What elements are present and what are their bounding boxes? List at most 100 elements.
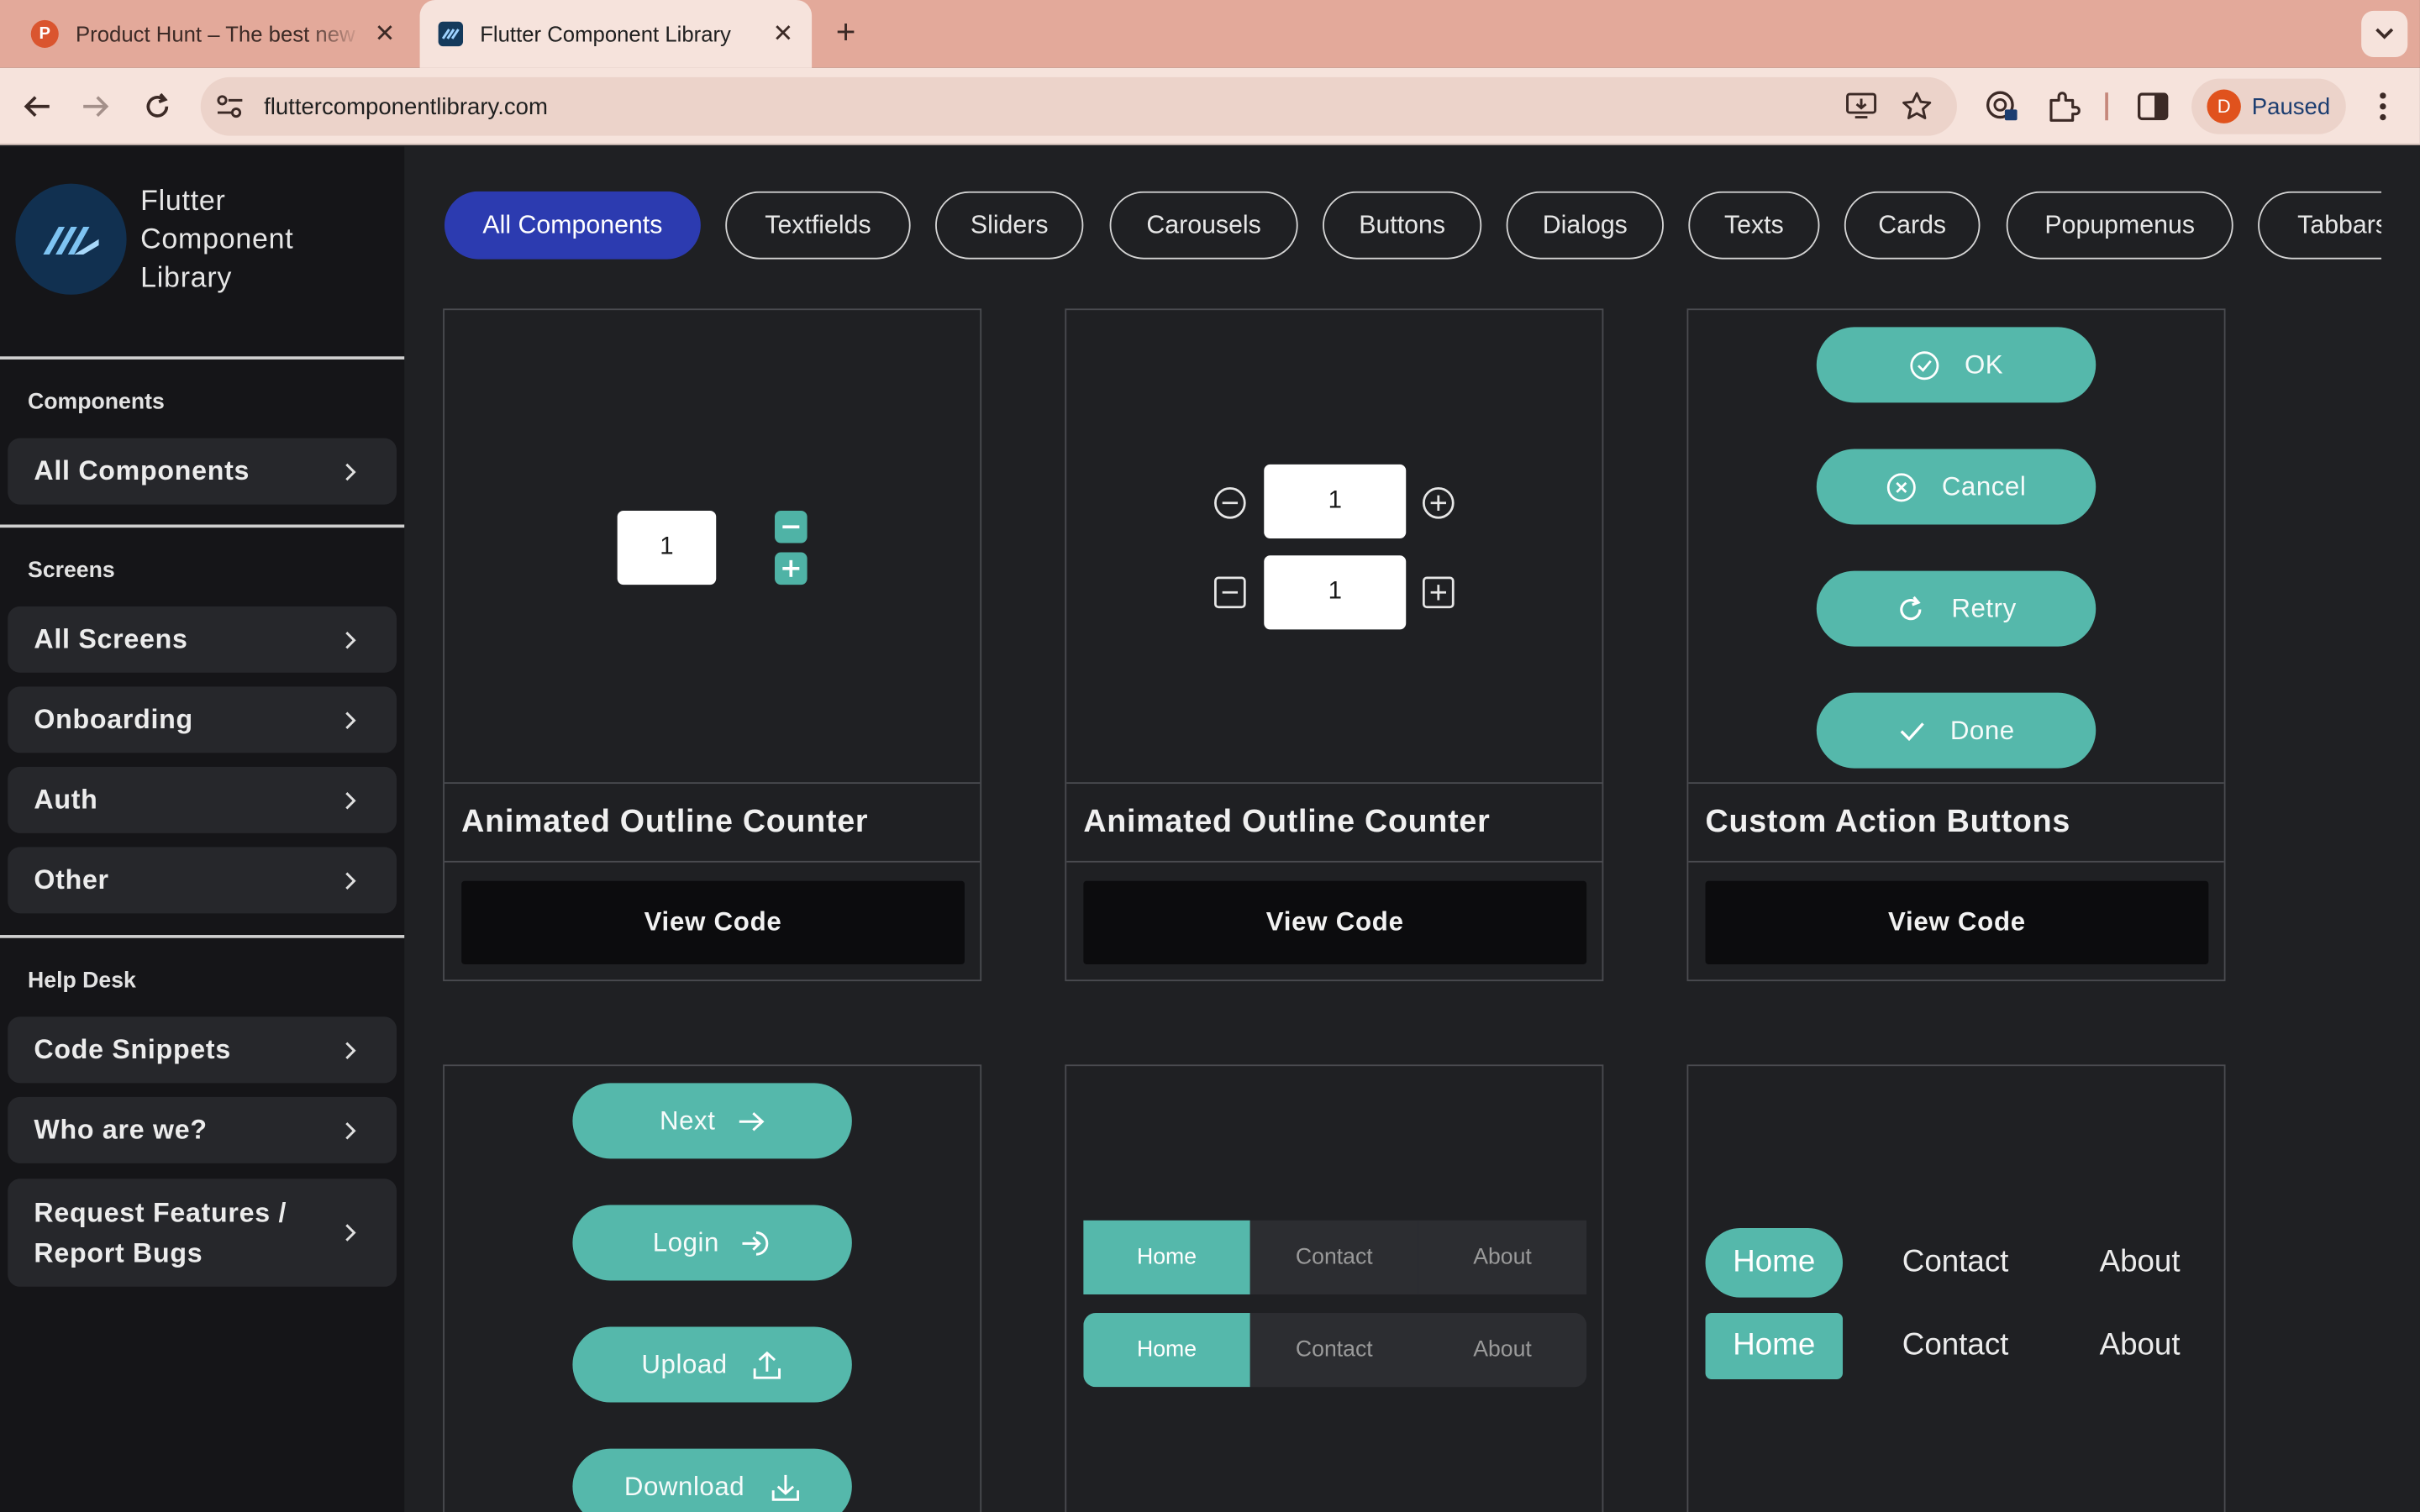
tab-flutter-library[interactable]: Flutter Component Library ✕: [419, 0, 813, 68]
kebab-menu-icon[interactable]: [2367, 90, 2398, 123]
button-label: Upload: [641, 1349, 728, 1379]
button-label: Download: [623, 1471, 745, 1501]
tab-search-chevron-icon[interactable]: [2361, 10, 2408, 57]
download-button[interactable]: Download: [572, 1448, 852, 1512]
button-label: Login: [652, 1227, 719, 1257]
card-title: Animated Outline Counter: [1083, 803, 1491, 840]
tab-product-hunt[interactable]: P Product Hunt – The best new products i…: [13, 0, 414, 68]
cancel-circle-icon: [1887, 472, 1917, 501]
sidebar-item-other[interactable]: Other: [8, 847, 397, 914]
flutter-library-logo-icon: [15, 182, 127, 294]
back-arrow-icon[interactable]: [15, 85, 58, 128]
minus-circle-icon[interactable]: [1213, 486, 1247, 520]
profile-button[interactable]: D Paused: [2191, 78, 2346, 134]
install-app-icon[interactable]: [1846, 91, 1877, 122]
upload-button[interactable]: Upload: [572, 1326, 852, 1403]
view-code-button[interactable]: View Code: [1705, 880, 2209, 964]
chip-cards[interactable]: Cards: [1844, 191, 1981, 260]
minus-square-icon[interactable]: [1213, 575, 1247, 609]
chip-tabbars[interactable]: Tabbars: [2258, 191, 2382, 260]
counter-value[interactable]: 1: [1264, 464, 1407, 539]
nav-about[interactable]: About: [2075, 1228, 2206, 1298]
card-preview: OK Cancel Retry Done: [1688, 310, 2224, 785]
chevron-right-icon: [345, 1224, 356, 1242]
sidebar-item-label: Who are we?: [34, 1114, 208, 1145]
done-button[interactable]: Done: [1816, 692, 2096, 769]
nav-contact[interactable]: Contact: [1886, 1228, 2024, 1298]
close-tab-icon[interactable]: ✕: [772, 18, 793, 50]
next-button[interactable]: Next: [572, 1083, 852, 1159]
chip-all-components[interactable]: All Components: [444, 191, 701, 260]
chip-popupmenus[interactable]: Popupmenus: [2006, 191, 2233, 260]
chip-buttons[interactable]: Buttons: [1323, 191, 1482, 260]
brand[interactable]: Flutter Component Library: [15, 181, 356, 297]
sidebar-item-onboarding[interactable]: Onboarding: [8, 686, 397, 753]
component-card: Home Contact About Home Contact About: [1065, 1064, 1604, 1512]
sidebar-item-label: All Screens: [34, 623, 188, 654]
profile-status: Paused: [2251, 93, 2331, 120]
ok-button[interactable]: OK: [1816, 327, 2096, 403]
password-manager-icon[interactable]: [1985, 90, 2018, 123]
section-heading-help-desk: Help Desk: [28, 969, 136, 994]
tab-home[interactable]: Home: [1083, 1313, 1250, 1388]
chip-carousels[interactable]: Carousels: [1109, 191, 1298, 260]
tab-strip: P Product Hunt – The best new products i…: [0, 0, 2420, 68]
web-page: Flutter Component Library Components All…: [0, 146, 2420, 1512]
section-heading-components: Components: [28, 390, 165, 416]
site-info-icon[interactable]: [216, 92, 244, 120]
tab-home[interactable]: Home: [1083, 1220, 1250, 1294]
component-card: Next Login Upload Download: [443, 1064, 982, 1512]
view-code-button[interactable]: View Code: [461, 880, 965, 964]
sidebar-item-request-features[interactable]: Request Features / Report Bugs: [8, 1179, 397, 1287]
side-panel-icon[interactable]: [2136, 90, 2170, 123]
tab-about[interactable]: About: [1418, 1220, 1587, 1294]
chip-dialogs[interactable]: Dialogs: [1506, 191, 1664, 260]
refresh-icon: [1901, 595, 1923, 620]
tab-title: Product Hunt – The best new products in …: [75, 21, 362, 47]
counter-value[interactable]: 1: [1264, 555, 1407, 630]
chevron-right-icon: [345, 1041, 356, 1059]
sidebar-item-all-screens[interactable]: All Screens: [8, 606, 397, 673]
chip-sliders[interactable]: Sliders: [935, 191, 1084, 260]
minus-icon[interactable]: [775, 510, 808, 543]
chip-texts[interactable]: Texts: [1688, 191, 1820, 260]
cancel-button[interactable]: Cancel: [1816, 449, 2096, 525]
divider: [1066, 860, 1602, 863]
sidebar-item-all-components[interactable]: All Components: [8, 438, 397, 505]
forward-arrow-icon[interactable]: [74, 85, 117, 128]
bookmark-star-icon[interactable]: [1902, 91, 1933, 122]
login-button[interactable]: Login: [572, 1205, 852, 1281]
nav-home[interactable]: Home: [1705, 1228, 1844, 1298]
counter-value[interactable]: 1: [617, 510, 717, 585]
view-code-button[interactable]: View Code: [1083, 880, 1587, 964]
tab-about[interactable]: About: [1418, 1313, 1587, 1388]
component-card: Home Contact About Home Contact About: [1686, 1064, 2226, 1512]
chevron-right-icon: [345, 711, 356, 729]
chip-textfields[interactable]: Textfields: [725, 191, 911, 260]
plus-circle-icon[interactable]: [1422, 486, 1455, 520]
chevron-right-icon: [345, 1121, 356, 1139]
tab-contact[interactable]: Contact: [1249, 1220, 1418, 1294]
tab-contact[interactable]: Contact: [1249, 1313, 1418, 1388]
nav-contact[interactable]: Contact: [1886, 1313, 2024, 1379]
check-circle-icon: [1910, 350, 1939, 380]
nav-about[interactable]: About: [2075, 1313, 2206, 1379]
new-tab-icon[interactable]: +: [824, 13, 867, 55]
address-bar[interactable]: fluttercomponentlibrary.com: [200, 76, 1957, 136]
extensions-puzzle-icon[interactable]: [2046, 90, 2081, 123]
upload-icon: [754, 1350, 781, 1378]
card-preview: 1: [444, 310, 981, 785]
sidebar-item-auth[interactable]: Auth: [8, 766, 397, 833]
browser-toolbar: fluttercomponentlibrary.com D Paused: [0, 67, 2420, 145]
rounded-segmented-tabbar: Home Contact About: [1083, 1313, 1587, 1388]
close-tab-icon[interactable]: ✕: [375, 18, 396, 50]
reload-icon[interactable]: [136, 85, 179, 128]
nav-home[interactable]: Home: [1705, 1313, 1844, 1380]
button-label: Cancel: [1941, 471, 2027, 501]
plus-square-icon[interactable]: [1422, 575, 1455, 609]
sidebar-item-code-snippets[interactable]: Code Snippets: [8, 1016, 397, 1084]
divider: [0, 524, 405, 528]
sidebar-item-who-are-we[interactable]: Who are we?: [8, 1096, 397, 1163]
plus-icon[interactable]: [775, 552, 808, 585]
retry-button[interactable]: Retry: [1816, 570, 2096, 647]
